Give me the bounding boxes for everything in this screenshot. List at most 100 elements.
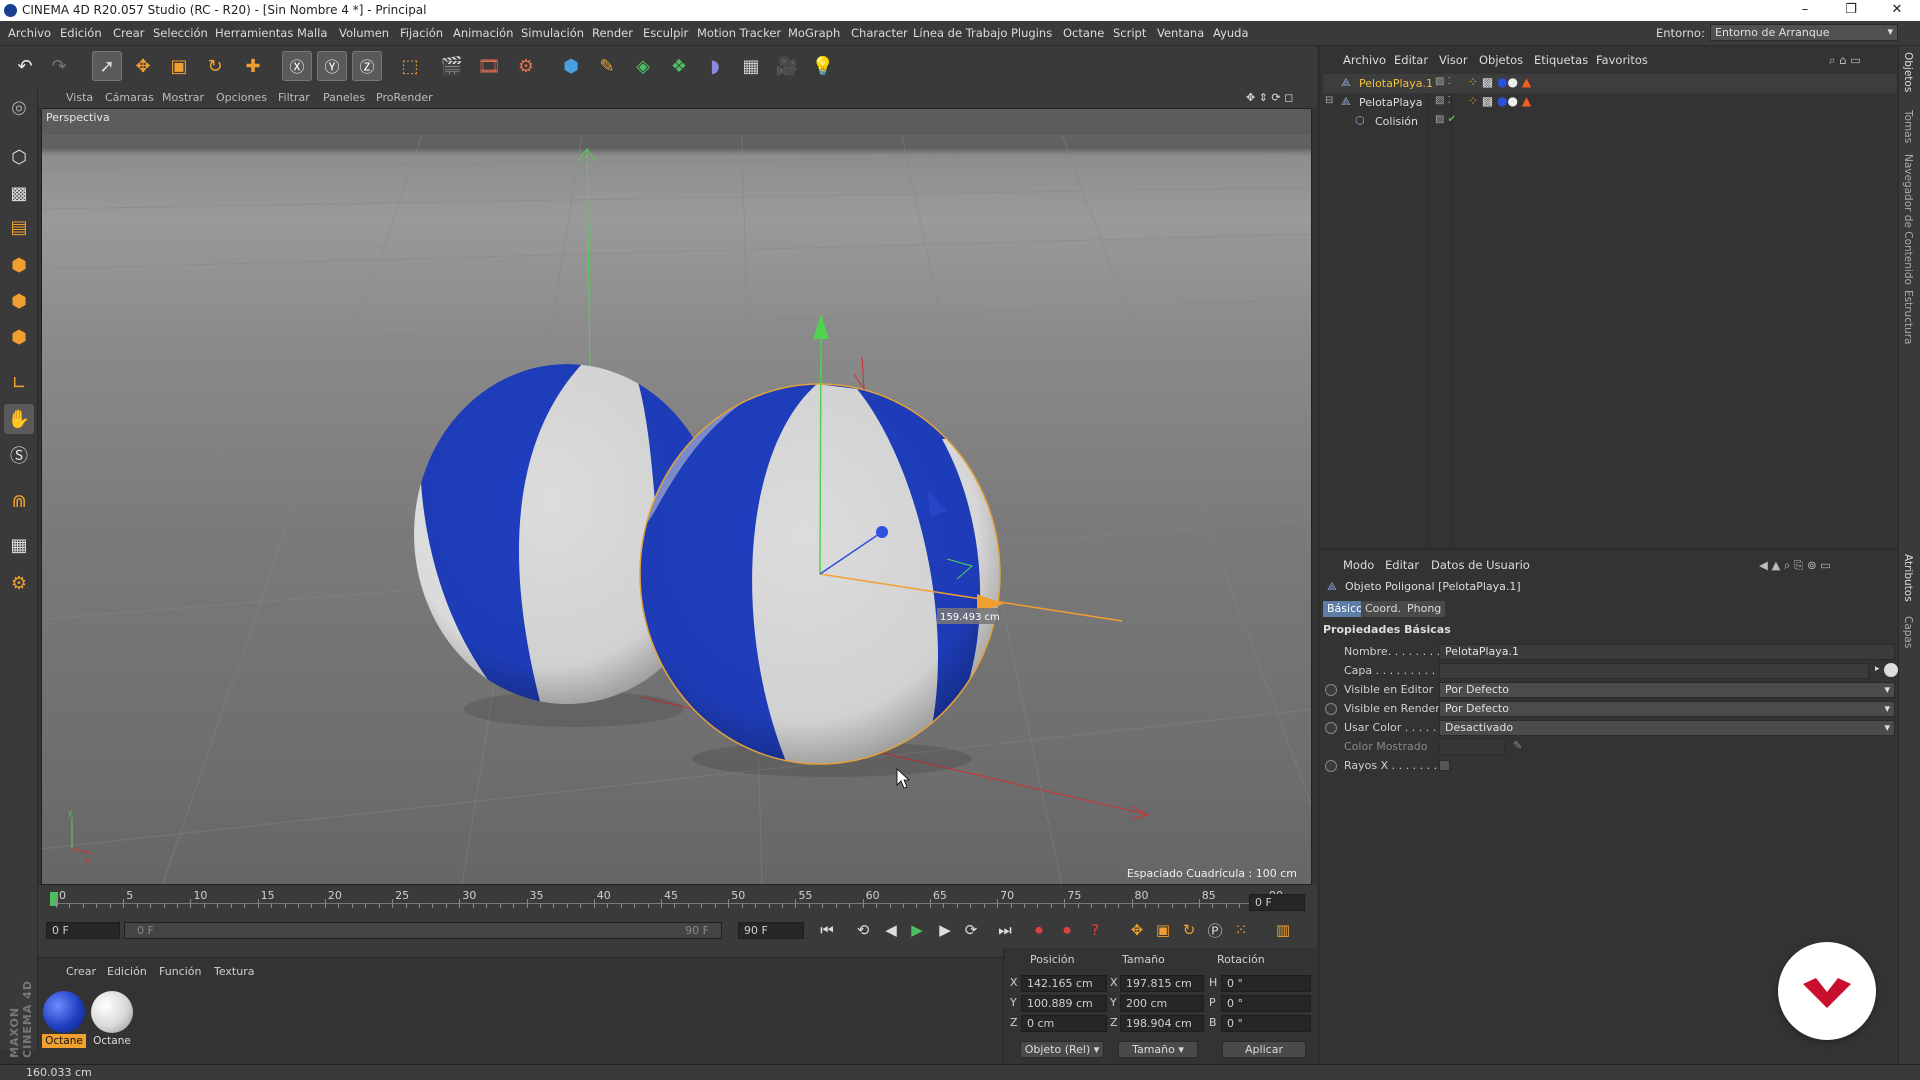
axis-mode-icon[interactable]: ∟ (4, 368, 34, 398)
undo-icon[interactable]: ↶ (10, 51, 40, 81)
z-axis-lock-icon[interactable]: Ⓩ (352, 51, 382, 81)
render-view-icon[interactable]: 🎬 (437, 51, 467, 81)
scale-tool-icon[interactable]: ▣ (164, 51, 194, 81)
object-name[interactable]: PelotaPlaya.1 (1359, 77, 1433, 90)
menu-script[interactable]: Script (1113, 26, 1146, 40)
live-selection-icon[interactable]: ✚ (238, 51, 268, 81)
workplane-mode-icon[interactable]: ▤ (4, 212, 34, 242)
next-key-icon[interactable]: ⟳ (958, 918, 984, 942)
object-menu-archivo[interactable]: Archivo (1343, 53, 1386, 67)
cube-primitive-icon[interactable]: ⬢ (556, 51, 586, 81)
size-y-field[interactable]: 200 cm (1120, 995, 1204, 1012)
material-octane-blue[interactable]: Octane (42, 990, 86, 1048)
move-tool-icon[interactable]: ✥ (128, 51, 158, 81)
side-tab-tomas[interactable]: Tomas (1902, 110, 1914, 143)
menu-motion-tracker[interactable]: Motion Tracker (697, 26, 781, 40)
current-frame-display[interactable]: 0 F (1249, 894, 1305, 911)
viewport-nav-icons[interactable]: ✥ ⇕ ⟳ ◻ (1246, 91, 1293, 104)
key-pla-icon[interactable]: ⁙ (1228, 918, 1254, 942)
object-row[interactable]: ⬡ Colisión ▨ ✔ (1323, 112, 1897, 131)
minimize-button[interactable]: – (1782, 0, 1828, 21)
visibility-dots-icon[interactable]: ▨ ⁚ (1435, 95, 1451, 106)
menu-octane[interactable]: Octane (1063, 26, 1104, 40)
tab-coord[interactable]: Coord. (1361, 601, 1405, 617)
floor-icon[interactable]: ▦ (736, 51, 766, 81)
object-menu-objetos[interactable]: Objetos (1479, 53, 1523, 67)
viewport-menu-mostrar[interactable]: Mostrar (162, 91, 204, 104)
go-to-start-icon[interactable]: ⏮ (814, 918, 840, 942)
object-menu-editar[interactable]: Editar (1394, 53, 1428, 67)
make-editable-icon[interactable]: ◎ (4, 92, 34, 122)
size-mode-select[interactable]: Tamaño ▾ (1118, 1041, 1198, 1058)
select-tool-icon[interactable]: ➚ (92, 51, 122, 81)
attr-menu-modo[interactable]: Modo (1343, 558, 1374, 572)
coordinate-system-icon[interactable]: ⬚ (395, 51, 425, 81)
animate-radio-icon[interactable] (1325, 703, 1337, 715)
apply-button[interactable]: Aplicar (1222, 1041, 1306, 1058)
viewport-menu-vista[interactable]: Vista (66, 91, 93, 104)
menu-ayuda[interactable]: Ayuda (1213, 26, 1249, 40)
name-input[interactable]: PelotaPlaya.1 (1439, 644, 1895, 660)
attr-menu-editar[interactable]: Editar (1385, 558, 1419, 572)
size-x-field[interactable]: 197.815 cm (1120, 975, 1204, 992)
viewport-menu-filtrar[interactable]: Filtrar (278, 91, 310, 104)
y-axis-lock-icon[interactable]: Ⓨ (317, 51, 347, 81)
frame-range-slider[interactable]: 0 F 90 F (124, 922, 722, 939)
tweak-mode-icon[interactable]: ✋ (4, 404, 34, 434)
edges-mode-icon[interactable]: ⬢ (4, 286, 34, 316)
go-to-end-icon[interactable]: ⏭ (992, 918, 1018, 942)
next-frame-icon[interactable]: ▶ (932, 918, 958, 942)
object-row[interactable]: ⊟ ⟁ PelotaPlaya ▨ ⁚ ⁘ ▩ ●● ▲ (1323, 93, 1897, 112)
viewport-menu-opciones[interactable]: Opciones (216, 91, 267, 104)
collapse-icon[interactable]: ⊟ (1325, 95, 1333, 106)
gizmo-z-handle-icon[interactable] (876, 526, 888, 538)
object-menu-favoritos[interactable]: Favoritos (1596, 53, 1648, 67)
object-name[interactable]: PelotaPlaya (1359, 96, 1423, 109)
object-menu-visor[interactable]: Visor (1439, 53, 1468, 67)
redo-icon[interactable]: ↷ (44, 51, 74, 81)
animate-radio-icon[interactable] (1325, 760, 1337, 772)
tags-icons[interactable]: ⁘ ▩ ●● ▲ (1468, 75, 1531, 89)
menu-animacion[interactable]: Animación (453, 26, 513, 40)
side-tab-navegador[interactable]: Navegador de Contenido (1902, 154, 1914, 285)
key-rotation-icon[interactable]: ↻ (1176, 918, 1202, 942)
tab-phong[interactable]: Phong (1403, 601, 1446, 617)
menu-linea-de-trabajo[interactable]: Línea de Trabajo (913, 26, 1007, 40)
perspective-viewport[interactable]: 159.493 cm y x Perspectiva Espaciado Cua… (41, 108, 1312, 885)
menu-character[interactable]: Character (851, 26, 908, 40)
layer-arrow-icon[interactable]: ▸ (1875, 664, 1880, 674)
object-manager-search-icon[interactable]: ⌕ ⌂ ▭ (1829, 53, 1861, 68)
rotate-tool-icon[interactable]: ↻ (200, 51, 230, 81)
use-color-select[interactable]: Desactivado ▾ (1439, 720, 1895, 736)
visible-render-select[interactable]: Por Defecto ▾ (1439, 701, 1895, 717)
menu-render[interactable]: Render (592, 26, 633, 40)
timeline-scheme-icon[interactable]: ▥ (1270, 918, 1296, 942)
timeline-ruler[interactable] (50, 903, 1280, 904)
object-row[interactable]: ⟁ PelotaPlaya.1 ▨ ⁚ ⁘ ▩ ●● ▲ (1323, 74, 1897, 93)
pos-x-field[interactable]: 142.165 cm (1021, 975, 1107, 992)
coordinate-mode-select[interactable]: Objeto (Rel) ▾ (1020, 1041, 1104, 1058)
menu-archivo[interactable]: Archivo (8, 26, 51, 40)
material-menu-funcion[interactable]: Función (159, 965, 201, 978)
x-axis-lock-icon[interactable]: Ⓧ (282, 51, 312, 81)
pos-z-field[interactable]: 0 cm (1021, 1015, 1107, 1032)
polygons-mode-icon[interactable]: ⬢ (4, 322, 34, 352)
material-menu-crear[interactable]: Crear (66, 965, 96, 978)
menu-fijacion[interactable]: Fijación (400, 26, 443, 40)
rot-p-field[interactable]: 0 ° (1221, 995, 1311, 1012)
spline-pen-icon[interactable]: ✎ (592, 51, 622, 81)
gizmo-y-axis[interactable] (819, 330, 822, 575)
light-icon[interactable]: 💡 (808, 51, 838, 81)
animate-radio-icon[interactable] (1325, 684, 1337, 696)
object-menu-etiquetas[interactable]: Etiquetas (1534, 53, 1588, 67)
pos-y-field[interactable]: 100.889 cm (1021, 995, 1107, 1012)
camera-icon[interactable]: 🎥 (772, 51, 802, 81)
object-name[interactable]: Colisión (1375, 115, 1418, 128)
rot-h-field[interactable]: 0 ° (1221, 975, 1311, 992)
layer-field[interactable] (1439, 663, 1869, 679)
menu-seleccion[interactable]: Selección (153, 26, 208, 40)
animate-radio-icon[interactable] (1325, 722, 1337, 734)
viewport-menu-camaras[interactable]: Cámaras (105, 91, 154, 104)
close-button[interactable]: ✕ (1874, 0, 1920, 21)
gizmo-rotation-red-icon[interactable] (853, 356, 865, 391)
